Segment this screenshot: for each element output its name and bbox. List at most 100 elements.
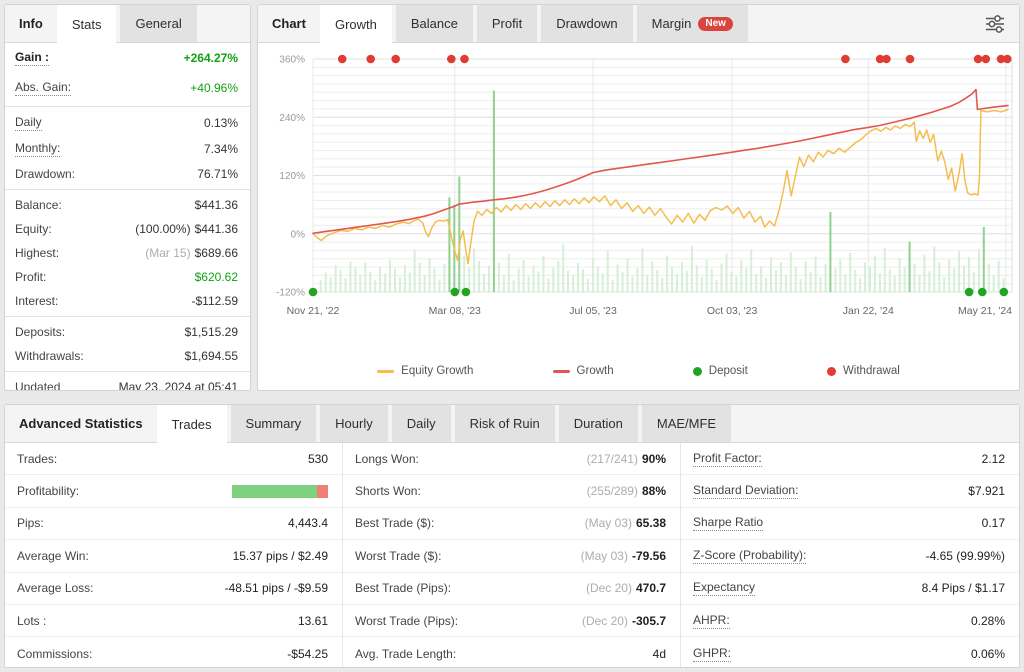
- withdrawal-marker[interactable]: [973, 54, 983, 64]
- stat-row: Abs. Gain: +40.96%: [5, 73, 250, 103]
- withdrawal-marker[interactable]: [391, 54, 400, 64]
- tab-growth[interactable]: Growth: [319, 5, 392, 43]
- stat-value-main: 7.34%: [203, 142, 238, 156]
- volume-bar: [621, 272, 624, 292]
- tab-mae-mfe[interactable]: MAE/MFE: [641, 405, 732, 442]
- stat-value-prefix: (Dec 20): [581, 613, 628, 628]
- tab-drawdown[interactable]: Drawdown: [541, 5, 633, 42]
- stat-label: GHPR:: [693, 645, 732, 662]
- volume-bar: [760, 266, 763, 292]
- deposit-marker[interactable]: [978, 287, 987, 297]
- stat-value-main: 13.61: [297, 613, 328, 628]
- volume-bar: [478, 260, 481, 292]
- tab-stats[interactable]: Stats: [56, 5, 117, 43]
- withdrawal-marker[interactable]: [882, 54, 891, 64]
- stat-value-prefix: (May 03): [580, 548, 628, 563]
- volume-bar: [849, 252, 852, 292]
- chart-settings-sliders-icon[interactable]: [983, 14, 1007, 34]
- volume-bar: [532, 265, 535, 292]
- volume-bar: [918, 275, 921, 292]
- stats-column: Trades: 530 Profitability: Pips: 4,443.4 Aver…: [5, 443, 343, 667]
- withdrawal-marker[interactable]: [981, 54, 991, 64]
- x-axis-tick-label: Jan 22, '24: [843, 305, 894, 317]
- stat-value-main: -79.56: [631, 548, 666, 563]
- volume-bar: [705, 259, 708, 292]
- stat-label: Worst Trade (Pips):: [355, 613, 459, 628]
- tab-label: Margin: [651, 16, 692, 31]
- deposit-marker[interactable]: [964, 287, 974, 297]
- tab-profit[interactable]: Profit: [476, 5, 538, 42]
- stat-value: 76.71%: [197, 167, 238, 181]
- withdrawal-marker[interactable]: [841, 54, 850, 64]
- stat-label: Standard Deviation:: [693, 483, 799, 500]
- stat-value-main: $441.36: [194, 198, 238, 212]
- withdrawal-marker[interactable]: [447, 54, 456, 64]
- stat-value-main: $620.62: [194, 270, 238, 284]
- legend-item-equity-growth: Equity Growth: [377, 365, 473, 377]
- volume-bar: [394, 268, 396, 292]
- volume-bar: [953, 268, 956, 292]
- tab-hourly[interactable]: Hourly: [320, 405, 388, 442]
- tab-label: Balance: [410, 16, 458, 31]
- volume-bar: [403, 264, 406, 292]
- stat-row: Interest: -$112.59: [5, 289, 250, 313]
- x-axis-tick-label: Mar 08, '23: [429, 305, 481, 317]
- withdrawal-marker[interactable]: [366, 54, 375, 64]
- volume-bar: [502, 275, 505, 292]
- stat-row: Profit Factor: 2.12: [681, 443, 1019, 476]
- deposit-marker[interactable]: [461, 287, 471, 297]
- volume-bar: [883, 247, 886, 292]
- growth-chart[interactable]: 360% 240% 120% 0% -120% Nov 21, '22 Mar 08, '2…: [258, 43, 1019, 352]
- withdrawal-marker[interactable]: [337, 54, 347, 64]
- y-axis-tick-label: 240%: [279, 113, 305, 124]
- stat-value-main: 0.06%: [970, 646, 1005, 661]
- volume-bar: [329, 277, 332, 292]
- stat-row: Monthly: 7.34%: [5, 136, 250, 162]
- volume-bar: [695, 265, 698, 292]
- stat-value-main: 76.71%: [197, 167, 238, 181]
- volume-bar: [389, 260, 391, 292]
- deposit-marker[interactable]: [450, 287, 460, 297]
- volume-bar: [384, 273, 387, 292]
- volume-bar: [334, 264, 337, 292]
- chart-section-label: Chart: [272, 16, 306, 31]
- volume-bar: [913, 263, 916, 292]
- tab-margin[interactable]: Margin New: [636, 5, 748, 42]
- stat-label: Updated: [15, 380, 61, 391]
- tab-balance[interactable]: Balance: [395, 5, 473, 42]
- legend-line-swatch: [377, 369, 395, 373]
- stat-value-main: -$54.25: [287, 646, 328, 661]
- stat-value-main: +264.27%: [183, 51, 238, 65]
- deposit-marker[interactable]: [999, 287, 1009, 297]
- tab-duration[interactable]: Duration: [558, 405, 638, 442]
- stat-label: Z-Score (Probability):: [693, 547, 807, 564]
- legend-label: Growth: [576, 365, 614, 377]
- stat-label: Profit:: [15, 270, 47, 284]
- withdrawal-marker[interactable]: [905, 54, 915, 64]
- stat-label: Worst Trade ($):: [355, 548, 442, 563]
- volume-bar: [591, 258, 594, 292]
- stat-row: Balance: $441.36: [5, 193, 250, 217]
- volume-bar: [586, 278, 589, 292]
- stat-value-main: -4.65 (99.99%): [925, 548, 1005, 563]
- tab-trades[interactable]: Trades: [156, 405, 227, 443]
- volume-bar: [527, 276, 530, 292]
- deposit-marker[interactable]: [308, 287, 318, 297]
- volume-bar: [562, 244, 565, 292]
- tab-summary[interactable]: Summary: [230, 405, 317, 442]
- chart-panel: Chart Growth Balance Profit Drawdown Margin N…: [257, 4, 1020, 391]
- volume-bar: [958, 251, 961, 292]
- withdrawal-marker[interactable]: [460, 54, 469, 64]
- stat-value-main: 0.17: [981, 516, 1005, 531]
- tab-risk-of-ruin[interactable]: Risk of Ruin: [454, 405, 555, 442]
- volume-bar: [374, 280, 377, 292]
- tab-general[interactable]: General: [120, 5, 197, 42]
- stat-label: Best Trade ($):: [355, 516, 435, 531]
- withdrawal-marker[interactable]: [1003, 54, 1012, 64]
- tab-daily[interactable]: Daily: [391, 405, 451, 442]
- volume-bar: [413, 249, 416, 292]
- stat-value: 530: [308, 452, 328, 466]
- stat-row: Gain : +264.27%: [5, 43, 250, 73]
- volume-bar: [819, 277, 822, 292]
- stat-value-main: -305.7: [631, 613, 666, 628]
